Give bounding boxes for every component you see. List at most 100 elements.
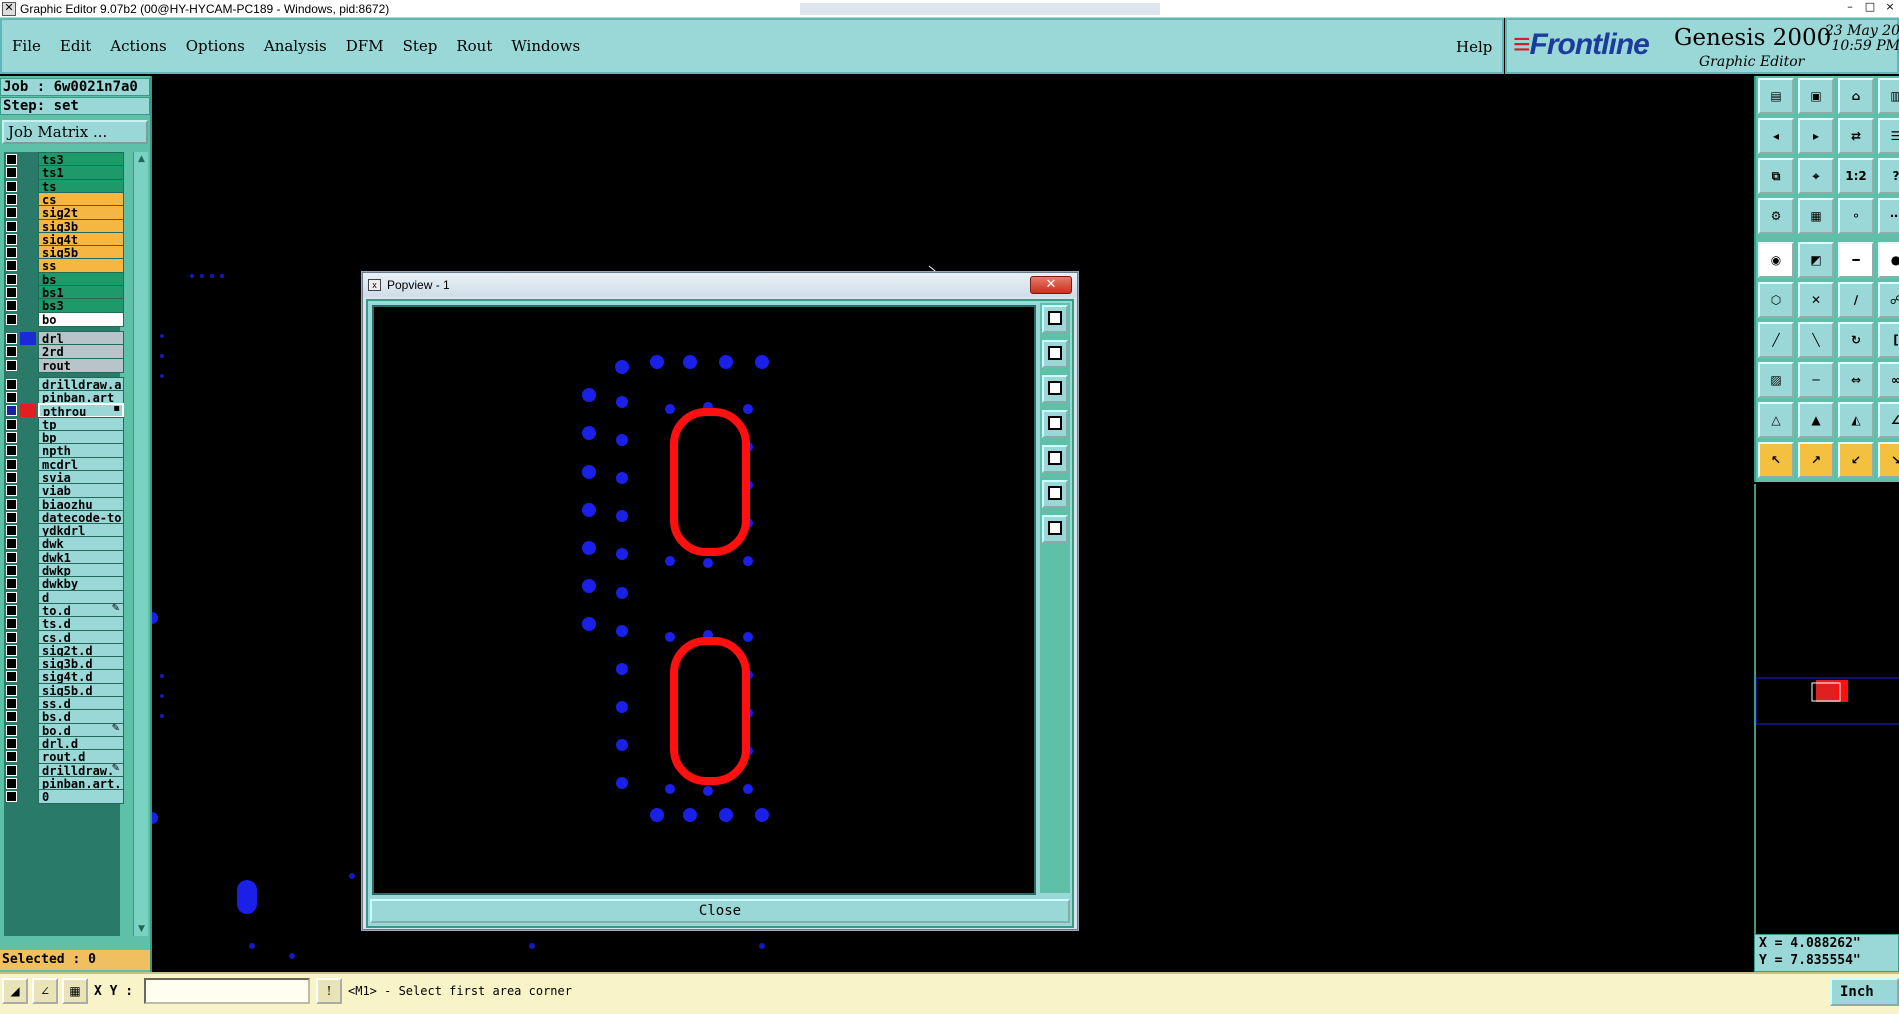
minimize-icon[interactable]: –: [1843, 0, 1857, 13]
layer-checkbox[interactable]: [6, 392, 17, 404]
layer-checkbox[interactable]: [6, 711, 17, 723]
close-icon[interactable]: ×: [1883, 0, 1897, 13]
layer-checkbox[interactable]: [6, 313, 17, 325]
measure-tool-button[interactable]: ◩: [1798, 242, 1834, 278]
popview-close-icon[interactable]: ✕: [1030, 276, 1072, 294]
popview-zoom-in-button[interactable]: [1042, 305, 1068, 333]
grid-mode-button[interactable]: ▦: [62, 978, 88, 1004]
draw-line-tool-button[interactable]: ╱: [1758, 322, 1794, 358]
snap-tool-button[interactable]: ⚬: [1838, 198, 1874, 234]
maximize-icon[interactable]: □: [1863, 0, 1877, 13]
layer-checkbox[interactable]: [6, 378, 17, 390]
layer-checkbox[interactable]: [6, 644, 17, 656]
layer-list-scrollbar[interactable]: ▲ ▼: [133, 152, 148, 936]
layer-checkbox[interactable]: [6, 777, 17, 789]
flip-tool-button[interactable]: ⇄: [1838, 118, 1874, 154]
measure-mode-button[interactable]: ∠: [32, 978, 58, 1004]
popview-pan-right-button[interactable]: [1042, 445, 1068, 473]
layer-checkbox[interactable]: [6, 671, 17, 683]
layer-checkbox[interactable]: [6, 458, 17, 470]
layer-checkbox[interactable]: [6, 260, 17, 272]
overview-map[interactable]: [1754, 484, 1899, 934]
layer-checkbox[interactable]: [6, 485, 17, 497]
layer-checkbox[interactable]: [6, 538, 17, 550]
layer-checkbox[interactable]: [6, 233, 17, 245]
layer-checkbox[interactable]: [6, 445, 17, 457]
layer-checkbox[interactable]: [6, 498, 17, 510]
layer-checkbox[interactable]: [6, 207, 17, 219]
layer-checkbox[interactable]: [6, 591, 17, 603]
square-select-tool-button[interactable]: ▨: [1758, 362, 1794, 398]
layer-checkbox[interactable]: [6, 737, 17, 749]
menu-file[interactable]: File: [12, 37, 41, 55]
save-tool-button[interactable]: ▣: [1798, 78, 1834, 114]
dot-tool-button[interactable]: ●: [1878, 242, 1899, 278]
info-button[interactable]: !: [316, 978, 342, 1004]
popview-zoom-out-button[interactable]: [1042, 515, 1068, 543]
ruler-tool-button[interactable]: ━: [1838, 242, 1874, 278]
scroll-up-icon[interactable]: ▲: [134, 152, 149, 166]
xy-input[interactable]: [144, 978, 310, 1004]
layer-checkbox[interactable]: [6, 631, 17, 643]
line-snap-tool-button[interactable]: ∕: [1838, 282, 1874, 318]
menu-step[interactable]: Step: [403, 37, 438, 55]
layer-checkbox[interactable]: [6, 300, 17, 312]
layer-checkbox[interactable]: [6, 604, 17, 616]
rotate-tool-button[interactable]: ↻: [1838, 322, 1874, 358]
layer-checkbox[interactable]: [6, 167, 17, 179]
graphic-canvas[interactable]: x Popview - 1 ✕ Close: [152, 76, 1752, 972]
layer-checkbox[interactable]: [6, 287, 17, 298]
pointer-tool-button[interactable]: ↖: [1758, 442, 1794, 478]
menu-dfm[interactable]: DFM: [346, 37, 384, 55]
popview-close-button[interactable]: Close: [370, 899, 1070, 923]
pointer-select-tool-button[interactable]: ↗: [1798, 442, 1834, 478]
layer-checkbox[interactable]: [6, 764, 17, 776]
segment-tool-button[interactable]: ─: [1798, 362, 1834, 398]
layer-checkbox[interactable]: [6, 511, 17, 523]
layer-checkbox[interactable]: [6, 180, 17, 192]
help-tool-button[interactable]: ?: [1878, 158, 1899, 194]
dimension-tool-button[interactable]: ⇔: [1838, 362, 1874, 398]
layer-checkbox[interactable]: [6, 432, 17, 443]
layer-checkbox[interactable]: [6, 220, 17, 232]
settings-tool-button[interactable]: ⚙: [1758, 198, 1794, 234]
menu-windows[interactable]: Windows: [511, 37, 580, 55]
cross-tool-button[interactable]: ✕: [1798, 282, 1834, 318]
layer-checkbox[interactable]: [6, 658, 17, 670]
pad-tool-button[interactable]: ◉: [1758, 242, 1794, 278]
scroll-down-icon[interactable]: ▼: [134, 922, 149, 936]
draw-line2-tool-button[interactable]: ╲: [1798, 322, 1834, 358]
pointer-step-tool-button[interactable]: ↘: [1878, 442, 1899, 478]
menu-rout[interactable]: Rout: [456, 37, 492, 55]
menu-analysis[interactable]: Analysis: [264, 37, 327, 55]
layer-checkbox[interactable]: [6, 418, 17, 430]
layer-checkbox[interactable]: [6, 578, 17, 590]
layer-checkbox[interactable]: [6, 247, 17, 259]
zoom-fit-tool-button[interactable]: ⧉: [1758, 158, 1794, 194]
ratio-tool-button[interactable]: 1:2: [1838, 158, 1874, 194]
layer-row[interactable]: rout: [4, 357, 124, 373]
angle-tool-button[interactable]: ∠: [1878, 402, 1899, 438]
menu-help[interactable]: Help: [1456, 38, 1492, 56]
layer-checkbox[interactable]: [6, 724, 17, 736]
pointer-area-tool-button[interactable]: ↙: [1838, 442, 1874, 478]
layer-checkbox[interactable]: [6, 405, 17, 417]
align-tool-button[interactable]: ⋯: [1878, 198, 1899, 234]
popview-pan-down-button[interactable]: [1042, 375, 1068, 403]
layer-checkbox[interactable]: [6, 332, 17, 344]
job-matrix-button[interactable]: Job Matrix ...: [2, 120, 148, 144]
arc-snap-tool-button[interactable]: ☍: [1878, 282, 1899, 318]
layer-row[interactable]: 0: [4, 789, 124, 805]
grid-tool-button[interactable]: ▦: [1798, 198, 1834, 234]
menu-options[interactable]: Options: [186, 37, 245, 55]
panel-tool-button[interactable]: ▥: [1878, 78, 1899, 114]
link-tool-button[interactable]: ∞: [1878, 362, 1899, 398]
layer-checkbox[interactable]: [6, 273, 17, 285]
layer-checkbox[interactable]: [6, 154, 17, 165]
units-button[interactable]: Inch: [1830, 978, 1899, 1006]
layer-checkbox[interactable]: [6, 359, 17, 371]
menu-edit[interactable]: Edit: [60, 37, 91, 55]
popview-pan-left-button[interactable]: [1042, 410, 1068, 438]
triangle3-tool-button[interactable]: ◭: [1838, 402, 1874, 438]
zoom-home-tool-button[interactable]: ⌖: [1798, 158, 1834, 194]
